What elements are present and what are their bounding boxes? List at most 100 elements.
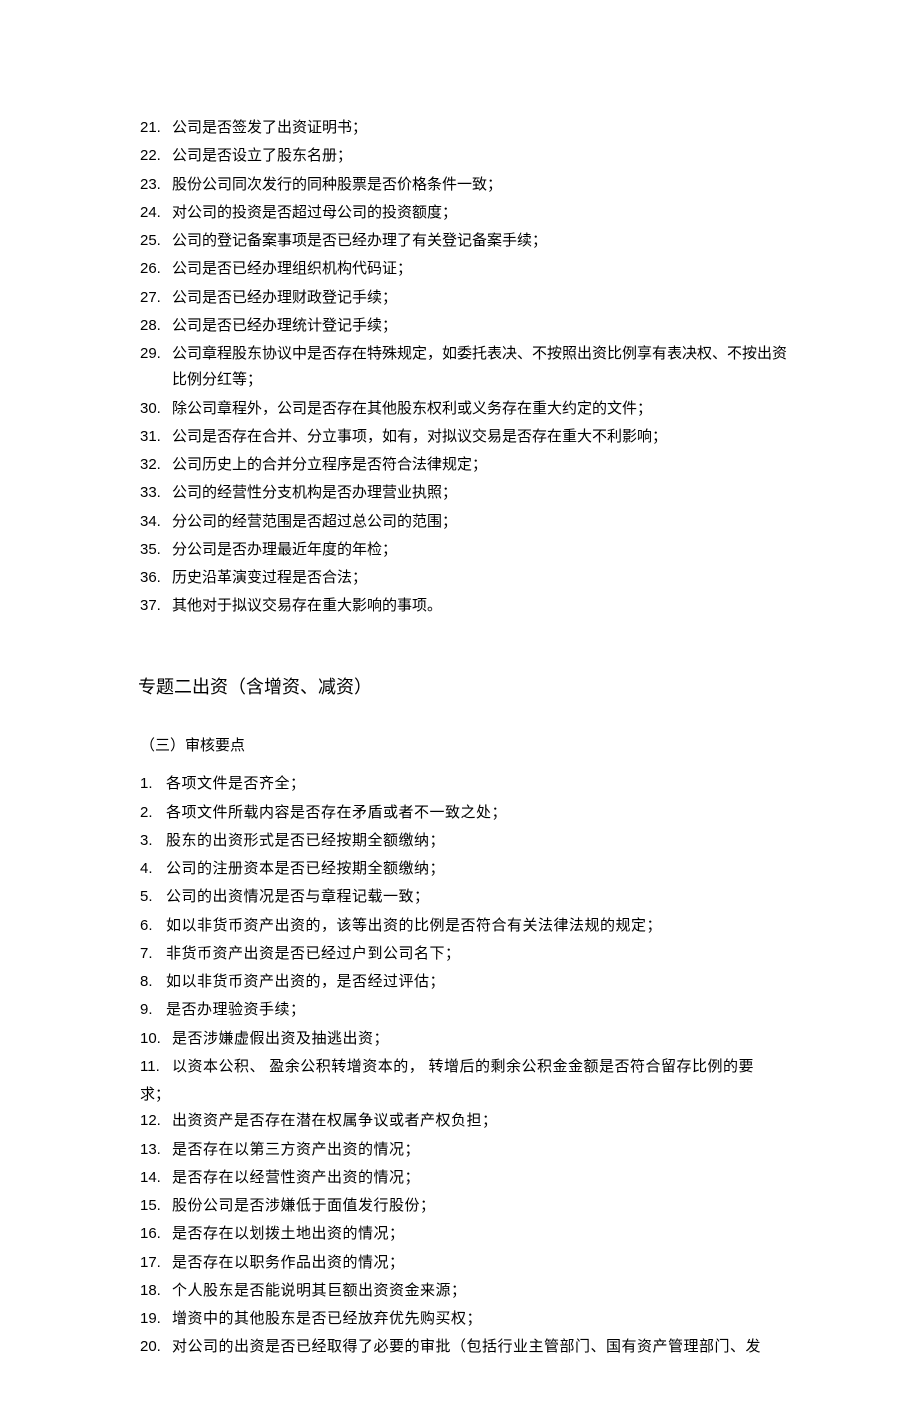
list-item: 13.是否存在以第三方资产出资的情况；: [140, 1137, 790, 1163]
list-item-text: 各项文件是否齐全；: [166, 771, 790, 797]
list-item-number: 12.: [140, 1108, 172, 1134]
list-item-number: 25.: [140, 228, 172, 254]
list-item-number: 10.: [140, 1026, 172, 1052]
list-item-number: 15.: [140, 1193, 172, 1219]
list-item-text: 个人股东是否能说明其巨额出资资金来源；: [172, 1278, 790, 1304]
list-item-number: 6.: [140, 913, 166, 939]
list-item: 32.公司历史上的合并分立程序是否符合法律规定；: [140, 452, 790, 478]
list-item-number: 31.: [140, 424, 172, 450]
list-item-text: 以资本公积、 盈余公积转增资本的， 转增后的剩余公积金金额是否符合留存比例的要: [172, 1054, 790, 1080]
list-item-number: 29.: [140, 341, 172, 394]
list-item-number: 3.: [140, 828, 166, 854]
list-item-text: 是否存在以经营性资产出资的情况；: [172, 1165, 790, 1191]
list-item-number: 21.: [140, 115, 172, 141]
list-item-number: 8.: [140, 969, 166, 995]
list-item-number: 27.: [140, 285, 172, 311]
list-item-number: 32.: [140, 452, 172, 478]
list-item-number: 19.: [140, 1306, 172, 1332]
list-item: 29.公司章程股东协议中是否存在特殊规定，如委托表决、不按照出资比例享有表决权、…: [140, 341, 790, 394]
list-item-number: 5.: [140, 884, 166, 910]
list-item-text: 公司历史上的合并分立程序是否符合法律规定；: [172, 452, 790, 478]
list-item-number: 4.: [140, 856, 166, 882]
list-item: 22.公司是否设立了股东名册；: [140, 143, 790, 169]
list-item-text: 股东的出资形式是否已经按期全额缴纳；: [166, 828, 790, 854]
list-item: 36.历史沿革演变过程是否合法；: [140, 565, 790, 591]
list-item-number: 18.: [140, 1278, 172, 1304]
list-item-text: 如以非货币资产出资的，该等出资的比例是否符合有关法律法规的规定；: [166, 913, 790, 939]
list-item: 23.股份公司同次发行的同种股票是否价格条件一致；: [140, 172, 790, 198]
list-item-text: 公司的注册资本是否已经按期全额缴纳；: [166, 856, 790, 882]
list-item-text: 对公司的投资是否超过母公司的投资额度；: [172, 200, 790, 226]
list-item-text: 公司是否已经办理财政登记手续；: [172, 285, 790, 311]
list-item-number: 28.: [140, 313, 172, 339]
list-item-number: 17.: [140, 1250, 172, 1276]
list-item-number: 36.: [140, 565, 172, 591]
list-item: 12.出资资产是否存在潜在权属争议或者产权负担；: [140, 1108, 790, 1134]
list-item-text: 历史沿革演变过程是否合法；: [172, 565, 790, 591]
list-item-continuation: 求；: [140, 1082, 790, 1108]
list-item-number: 22.: [140, 143, 172, 169]
list-item-text: 是否办理验资手续；: [166, 997, 790, 1023]
list-item-text: 是否存在以职务作品出资的情况；: [172, 1250, 790, 1276]
list-item: 21.公司是否签发了出资证明书；: [140, 115, 790, 141]
list-item-text: 分公司是否办理最近年度的年检；: [172, 537, 790, 563]
list-item-text: 公司的出资情况是否与章程记载一致；: [166, 884, 790, 910]
list-item: 30.除公司章程外，公司是否存在其他股东权利或义务存在重大约定的文件；: [140, 396, 790, 422]
list-item: 16.是否存在以划拨土地出资的情况；: [140, 1221, 790, 1247]
list-item: 26.公司是否已经办理组织机构代码证；: [140, 256, 790, 282]
list-item-text: 公司的登记备案事项是否已经办理了有关登记备案手续；: [172, 228, 790, 254]
list-item-number: 14.: [140, 1165, 172, 1191]
list-item-text: 非货币资产出资是否已经过户到公司名下；: [166, 941, 790, 967]
list-item-text: 公司的经营性分支机构是否办理营业执照；: [172, 480, 790, 506]
list-item-text: 公司是否已经办理组织机构代码证；: [172, 256, 790, 282]
list-item-number: 23.: [140, 172, 172, 198]
list-item-text: 股份公司同次发行的同种股票是否价格条件一致；: [172, 172, 790, 198]
list-item-text: 公司章程股东协议中是否存在特殊规定，如委托表决、不按照出资比例享有表决权、不按出…: [172, 341, 790, 394]
list-item-number: 34.: [140, 509, 172, 535]
list-item: 7.非货币资产出资是否已经过户到公司名下；: [140, 941, 790, 967]
list-item-number: 2.: [140, 800, 166, 826]
list-item: 11.以资本公积、 盈余公积转增资本的， 转增后的剩余公积金金额是否符合留存比例…: [140, 1054, 790, 1080]
list-item-number: 24.: [140, 200, 172, 226]
list-item-number: 30.: [140, 396, 172, 422]
list-item-text: 增资中的其他股东是否已经放弃优先购买权；: [172, 1306, 790, 1332]
list-item: 9.是否办理验资手续；: [140, 997, 790, 1023]
list-item-text: 出资资产是否存在潜在权属争议或者产权负担；: [172, 1108, 790, 1134]
list-item: 18.个人股东是否能说明其巨额出资资金来源；: [140, 1278, 790, 1304]
list-item: 28.公司是否已经办理统计登记手续；: [140, 313, 790, 339]
list-item: 24.对公司的投资是否超过母公司的投资额度；: [140, 200, 790, 226]
list-item-number: 9.: [140, 997, 166, 1023]
list-item-number: 35.: [140, 537, 172, 563]
list-item: 27.公司是否已经办理财政登记手续；: [140, 285, 790, 311]
list-item-text: 除公司章程外，公司是否存在其他股东权利或义务存在重大约定的文件；: [172, 396, 790, 422]
list-item: 2.各项文件所载内容是否存在矛盾或者不一致之处；: [140, 800, 790, 826]
list-item: 6.如以非货币资产出资的，该等出资的比例是否符合有关法律法规的规定；: [140, 913, 790, 939]
list-item-number: 7.: [140, 941, 166, 967]
list-item: 5.公司的出资情况是否与章程记载一致；: [140, 884, 790, 910]
list-item: 20.对公司的出资是否已经取得了必要的审批（包括行业主管部门、国有资产管理部门、…: [140, 1334, 790, 1360]
list-item: 34.分公司的经营范围是否超过总公司的范围；: [140, 509, 790, 535]
list-item-text: 是否涉嫌虚假出资及抽逃出资；: [172, 1026, 790, 1052]
list-item-number: 11.: [140, 1054, 172, 1080]
list-item-text: 公司是否签发了出资证明书；: [172, 115, 790, 141]
section-heading-topic-2: 专题二出资（含增资、减资）: [138, 672, 790, 704]
list-item-text: 是否存在以第三方资产出资的情况；: [172, 1137, 790, 1163]
list-item: 14.是否存在以经营性资产出资的情况；: [140, 1165, 790, 1191]
list-item-number: 33.: [140, 480, 172, 506]
list-item: 15.股份公司是否涉嫌低于面值发行股份；: [140, 1193, 790, 1219]
list-item-text: 公司是否已经办理统计登记手续；: [172, 313, 790, 339]
list-item-number: 16.: [140, 1221, 172, 1247]
list-item: 4.公司的注册资本是否已经按期全额缴纳；: [140, 856, 790, 882]
list-item: 37.其他对于拟议交易存在重大影响的事项。: [140, 593, 790, 619]
list-item: 35.分公司是否办理最近年度的年检；: [140, 537, 790, 563]
list-item-text: 是否存在以划拨土地出资的情况；: [172, 1221, 790, 1247]
sub-heading-audit-points: （三）审核要点: [140, 733, 790, 759]
list-item-number: 26.: [140, 256, 172, 282]
list-item-text: 分公司的经营范围是否超过总公司的范围；: [172, 509, 790, 535]
ordered-list-1: 21.公司是否签发了出资证明书；22.公司是否设立了股东名册；23.股份公司同次…: [140, 115, 790, 620]
list-item-number: 1.: [140, 771, 166, 797]
list-item-text: 如以非货币资产出资的，是否经过评估；: [166, 969, 790, 995]
list-item: 1.各项文件是否齐全；: [140, 771, 790, 797]
list-item: 8.如以非货币资产出资的，是否经过评估；: [140, 969, 790, 995]
list-item-text: 公司是否设立了股东名册；: [172, 143, 790, 169]
